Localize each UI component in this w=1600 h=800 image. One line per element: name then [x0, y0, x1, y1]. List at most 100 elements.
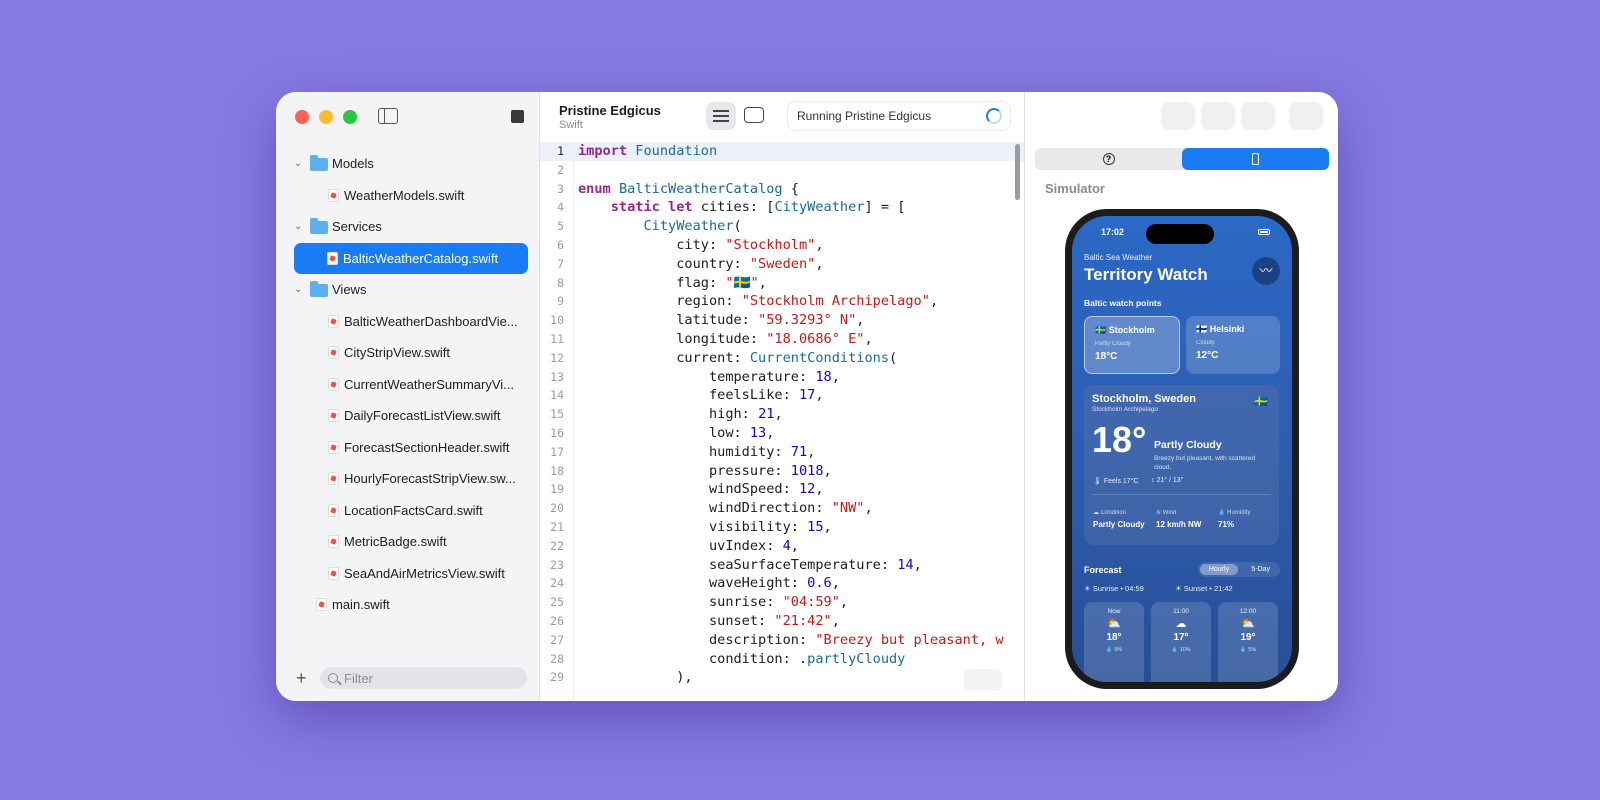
forecast-toggle[interactable]: Hourly 5-Day: [1198, 562, 1280, 577]
add-icon[interactable]: +: [296, 668, 310, 689]
code-line: 3 enum BalticWeatherCatalog {: [540, 180, 1024, 199]
editor-scrollbar[interactable]: [1015, 144, 1020, 200]
stat-label: ≋ Wind: [1156, 510, 1177, 516]
file-item[interactable]: MetricBadge.swift: [276, 526, 539, 558]
item-label: CityStripView.swift: [344, 345, 450, 361]
line-number: 23: [550, 557, 564, 572]
phone-screen[interactable]: 17:02 Baltic Sea Weather Territory Watch…: [1072, 216, 1292, 682]
close-button[interactable]: [295, 110, 309, 124]
item-label: Services: [332, 219, 382, 235]
file-item[interactable]: LocationFactsCard.swift: [276, 495, 539, 527]
preview-icon[interactable]: [1201, 102, 1235, 130]
code-line: 1 import Foundation: [540, 142, 1024, 161]
list-icon[interactable]: [706, 102, 736, 130]
code-line: 26 sunset: "21:42",: [540, 612, 1024, 631]
item-label: Models: [332, 156, 374, 172]
file-item[interactable]: WeatherModels.swift: [276, 180, 539, 212]
filter-input[interactable]: Filter: [320, 667, 527, 689]
item-label: BalticWeatherDashboardVie...: [344, 313, 518, 329]
code-text: seaSurfaceTemperature: 14,: [578, 556, 922, 573]
item-label: main.swift: [332, 597, 390, 613]
swift-file-icon: [327, 251, 338, 265]
file-item[interactable]: CurrentWeatherSummaryVi...: [276, 369, 539, 401]
minimap-icon[interactable]: [964, 669, 1002, 691]
code-text: uvIndex: 4,: [578, 537, 799, 554]
share-icon[interactable]: [1241, 102, 1275, 130]
file-item[interactable]: DailyForecastListView.swift: [276, 400, 539, 432]
code-line: 4 static let cities: [CityWeather] = [: [540, 198, 1024, 217]
code-text: high: 21,: [578, 406, 783, 423]
file-item[interactable]: BalticWeatherDashboardVie...: [276, 306, 539, 338]
line-number: 7: [557, 256, 564, 271]
file-item[interactable]: BalticWeatherCatalog.swift: [294, 242, 528, 274]
code-text: region: "Stockholm Archipelago",: [578, 293, 939, 310]
five-day-option[interactable]: 5-Day: [1251, 564, 1270, 575]
code-line: 2: [540, 161, 1024, 180]
city-condition: Cloudy: [1196, 340, 1215, 346]
code-line: 12 current: CurrentConditions(: [540, 349, 1024, 368]
file-item[interactable]: SeaAndAirMetricsView.swift: [276, 558, 539, 590]
stat-value: 12 km/h NW: [1156, 520, 1202, 529]
item-label: HourlyForecastStripView.sw...: [344, 471, 516, 487]
code-line: 13 temperature: 18,: [540, 368, 1024, 387]
question-icon: ?: [1102, 153, 1115, 165]
xcode-window: ⌄ Models WeatherModels.swift ⌄ Services Balti…: [276, 92, 1338, 701]
city-temp: 12°C: [1196, 350, 1219, 361]
swift-file-icon: [328, 503, 339, 517]
line-number: 15: [550, 407, 564, 422]
code-line: 5 CityWeather(: [540, 217, 1024, 236]
swift-file-icon: [328, 440, 339, 454]
forecast-heading: Forecast: [1084, 565, 1122, 575]
line-number: 3: [557, 181, 564, 196]
chat-icon[interactable]: [744, 107, 764, 123]
item-label: CurrentWeatherSummaryVi...: [344, 376, 515, 392]
device-tab[interactable]: [1182, 148, 1329, 170]
pin-icon[interactable]: [1161, 102, 1195, 130]
file-item[interactable]: ForecastSectionHeader.swift: [276, 432, 539, 464]
city-card-helsinki[interactable]: 🇫🇮 Helsinki Cloudy 12°C: [1186, 316, 1280, 374]
inspector-toggle-icon[interactable]: [1289, 102, 1323, 130]
folder-item[interactable]: ⌄ Models: [276, 148, 539, 180]
swift-file-icon: [328, 346, 339, 359]
code-line: 16 low: 13,: [540, 424, 1024, 443]
code-line: 8 flag: "🇸🇪",: [540, 274, 1024, 293]
chevron-down-icon[interactable]: ⌄: [294, 284, 302, 295]
line-number: 11: [550, 331, 564, 346]
code-line: 25 sunrise: "04:59",: [540, 593, 1024, 612]
file-item[interactable]: HourlyForecastStripView.sw...: [276, 463, 539, 495]
line-number: 19: [550, 482, 564, 497]
iphone-simulator: 17:02 Baltic Sea Weather Territory Watch…: [1065, 209, 1299, 689]
weather-icon: ⛅: [1107, 618, 1121, 630]
zoom-button[interactable]: [343, 110, 357, 124]
wind-icon[interactable]: 〰: [1252, 257, 1280, 285]
code-line: 24 waveHeight: 0.6,: [540, 574, 1024, 593]
city-card-stockholm[interactable]: 🇸🇪 Stockholm Partly Cloudy 18°C: [1084, 316, 1180, 374]
code-line: 27 description: "Breezy but pleasant, w: [540, 631, 1024, 650]
folder-item[interactable]: ⌄ Views: [276, 274, 539, 306]
code-text: import Foundation: [578, 143, 718, 159]
file-item[interactable]: CityStripView.swift: [276, 337, 539, 369]
line-number: 22: [550, 538, 564, 553]
precip-chance: 💧 5%: [1105, 647, 1123, 653]
hour-card[interactable]: 12:00 ⛅ 19° 💧 5%: [1218, 602, 1278, 682]
code-text: condition: .partlyCloudy: [578, 650, 906, 667]
hour-card[interactable]: Now ⛅ 18° 💧 5%: [1084, 602, 1144, 682]
minimize-button[interactable]: [319, 110, 333, 124]
help-tab[interactable]: ?: [1035, 148, 1182, 170]
item-label: Views: [332, 282, 367, 298]
folder-item[interactable]: ⌄ Services: [276, 211, 539, 243]
hourly-option[interactable]: Hourly: [1200, 564, 1238, 575]
hour-card[interactable]: 11:00 ☁ 17° 💧 10%: [1151, 602, 1211, 682]
hour-temp: 18°: [1106, 632, 1122, 643]
code-area[interactable]: 1 import Foundation 2 3 enum BalticWeatherCa…: [540, 142, 1024, 701]
code-line: 23 seaSurfaceTemperature: 14,: [540, 556, 1024, 575]
line-number: 6: [557, 237, 564, 252]
line-number: 16: [550, 425, 564, 440]
sidebar-toggle-icon[interactable]: [378, 108, 398, 124]
item-label: SeaAndAirMetricsView.swift: [344, 565, 505, 581]
chevron-down-icon[interactable]: ⌄: [294, 158, 302, 169]
app-title: Territory Watch: [1084, 265, 1208, 284]
chevron-down-icon[interactable]: ⌄: [294, 221, 302, 232]
file-item[interactable]: main.swift: [276, 589, 539, 621]
stop-button[interactable]: [511, 110, 524, 123]
